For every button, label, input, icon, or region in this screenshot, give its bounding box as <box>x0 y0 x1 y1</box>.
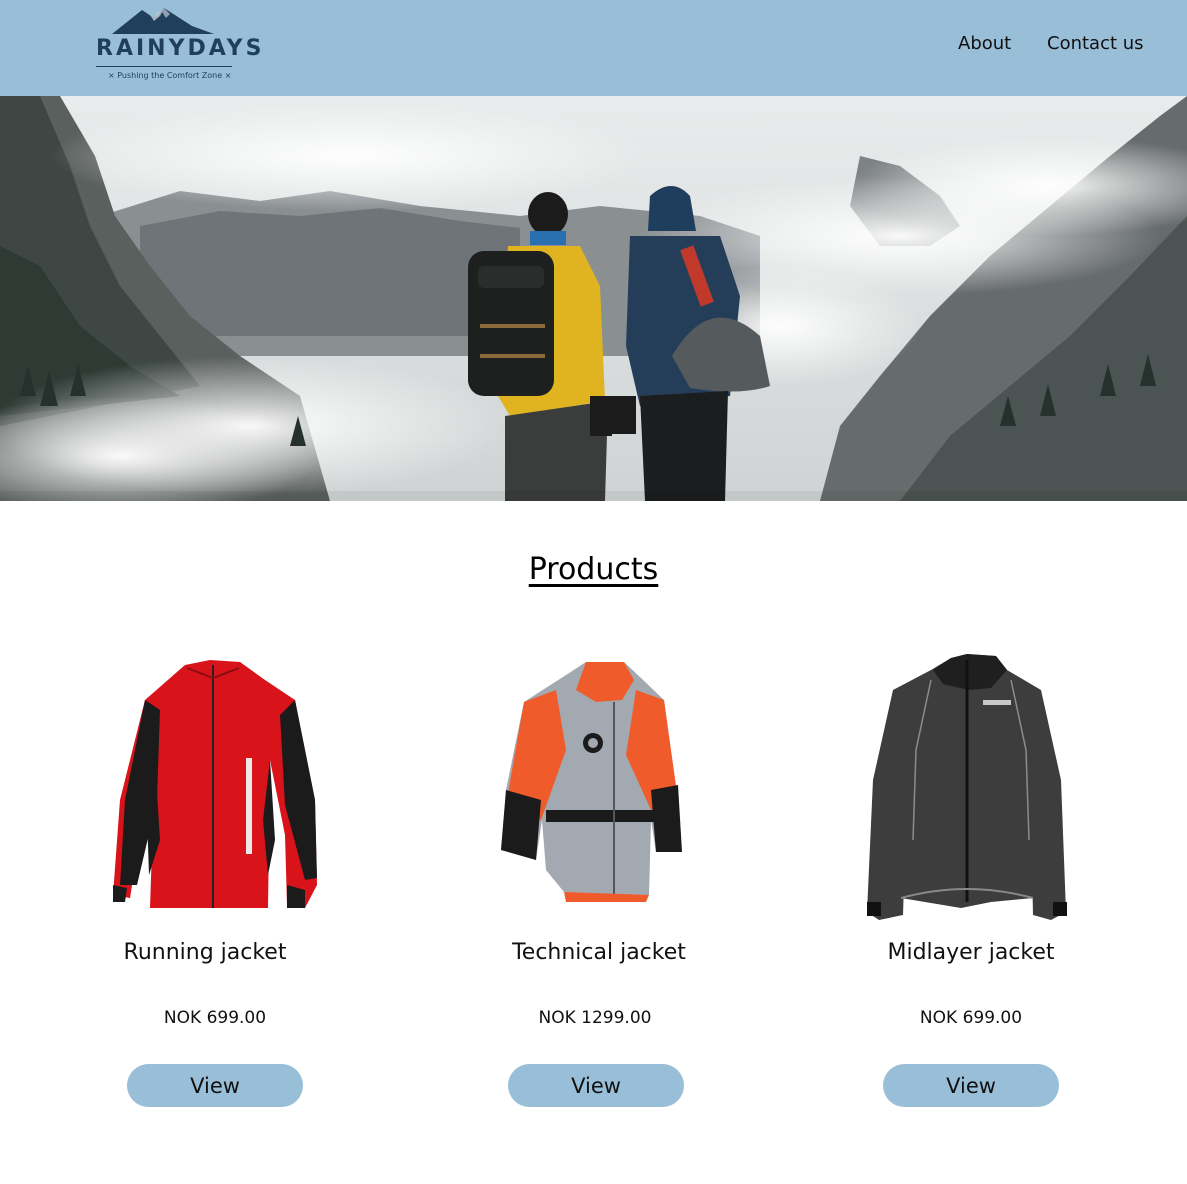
site-header: RAINYDAYS × Pushing the Comfort Zone × A… <box>0 0 1187 96</box>
product-name: Running jacket <box>123 940 287 965</box>
product-price: NOK 1299.00 <box>538 1008 652 1028</box>
products-heading: Products <box>528 552 659 587</box>
red-running-jacket-image <box>113 660 317 908</box>
rainydays-logo[interactable]: RAINYDAYS × Pushing the Comfort Zone × <box>92 6 261 86</box>
view-running-jacket-button[interactable]: View <box>127 1064 303 1107</box>
grey-midlayer-jacket-image <box>867 654 1067 920</box>
orange-technical-jacket-image <box>501 662 682 902</box>
hero-banner-image <box>0 96 1187 501</box>
view-midlayer-jacket-button[interactable]: View <box>883 1064 1059 1107</box>
misty-mountain-hikers-image <box>0 96 1187 501</box>
view-technical-jacket-button[interactable]: View <box>508 1064 684 1107</box>
nav-contact-link[interactable]: Contact us <box>1047 33 1144 54</box>
product-card: Midlayer jacket NOK 699.00 View <box>821 640 1121 1120</box>
product-name: Technical jacket <box>512 940 686 965</box>
mountain-logo-icon <box>112 8 214 34</box>
logo-tagline: × Pushing the Comfort Zone × <box>108 71 232 80</box>
product-card: Technical jacket NOK 1299.00 View <box>446 640 746 1120</box>
product-price: NOK 699.00 <box>163 1008 267 1028</box>
nav-about-link[interactable]: About <box>958 33 1011 54</box>
logo-wordmark: RAINYDAYS <box>96 36 265 61</box>
product-card: Running jacket NOK 699.00 View <box>65 640 365 1120</box>
product-price: NOK 699.00 <box>919 1008 1023 1028</box>
product-name: Midlayer jacket <box>887 940 1055 965</box>
logo-divider <box>96 66 232 67</box>
